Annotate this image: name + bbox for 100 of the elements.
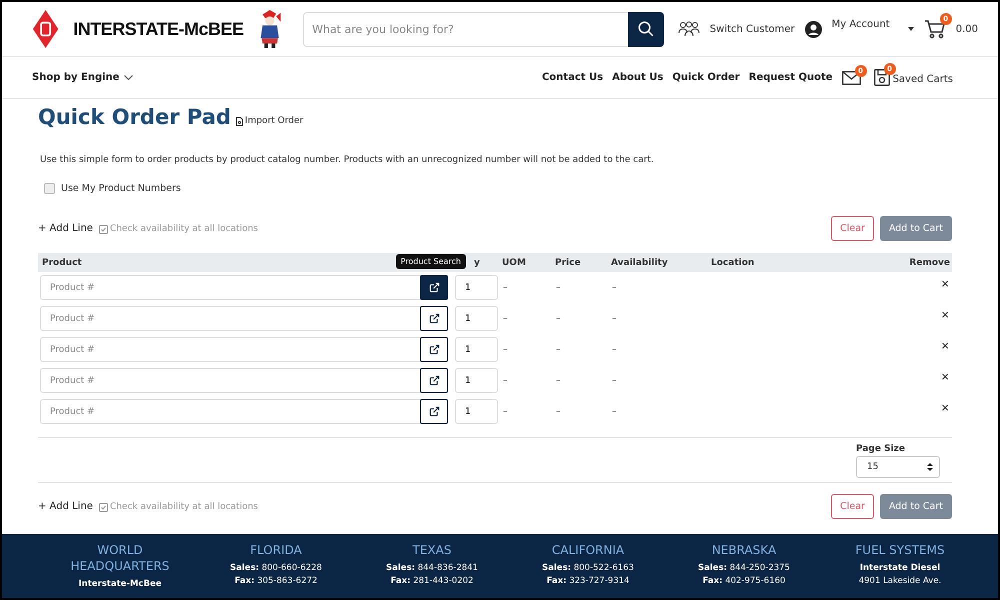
- shop-by-engine-menu[interactable]: Shop by Engine: [32, 72, 120, 83]
- footer-text: Fax: 281-443-0202: [390, 575, 474, 588]
- remove-button[interactable]: ×: [938, 276, 952, 291]
- table-cell-text: –: [502, 406, 508, 416]
- table-cell-text: –: [555, 344, 562, 354]
- table-cell-text: –: [555, 376, 562, 386]
- column-header: y: [474, 258, 480, 268]
- column-header: Availability: [611, 258, 668, 268]
- table-cell-text: –: [555, 282, 562, 292]
- footer-text: Sales: 844-250-2375: [698, 562, 790, 575]
- footer-heading: WORLD HEADQUARTERS: [70, 542, 170, 574]
- table-cell-text: –: [502, 314, 508, 324]
- clipboard-check-icon: [98, 224, 108, 234]
- table-cell-text: –: [611, 406, 618, 416]
- table-cell-text: –: [611, 376, 618, 386]
- switch-customer-link[interactable]: Switch Customer: [710, 24, 795, 34]
- table-cell-text: –: [555, 406, 562, 416]
- table-cell-text: –: [611, 344, 618, 354]
- footer-heading: NEBRASKA: [710, 542, 778, 558]
- my-account-link[interactable]: My Account: [832, 18, 890, 30]
- add-line-link[interactable]: + Add Line: [38, 223, 93, 234]
- footer-text: Fax: 323-727-9314: [546, 575, 630, 588]
- quantity-field[interactable]: 1: [455, 399, 498, 424]
- remove-button[interactable]: ×: [938, 307, 952, 322]
- sort-arrows-icon: [927, 463, 933, 471]
- footer-heading: TEXAS: [412, 542, 452, 558]
- tooltip: Product Search: [396, 254, 466, 269]
- table-cell-text: –: [555, 314, 562, 324]
- product-number-field[interactable]: Product #: [40, 337, 421, 362]
- checkbox-label: Use My Product Numbers: [61, 183, 181, 194]
- table-cell-text: –: [611, 314, 618, 324]
- footer-heading: FLORIDA: [249, 542, 303, 558]
- remove-button[interactable]: ×: [938, 338, 952, 353]
- remove-button[interactable]: ×: [938, 400, 952, 415]
- product-number-field[interactable]: Product #: [40, 275, 421, 300]
- quantity-field[interactable]: 1: [455, 306, 498, 331]
- nav-link[interactable]: Quick Order: [672, 72, 740, 83]
- external-link-icon: [428, 282, 440, 293]
- add-line-link[interactable]: + Add Line: [38, 501, 93, 512]
- footer-text: Interstate-McBee: [78, 578, 162, 591]
- users-icon: [678, 21, 700, 37]
- remove-button[interactable]: ×: [938, 369, 952, 384]
- page-size-label: Page Size: [856, 444, 906, 454]
- description-text: Use this simple form to order products by product catalog number. Products with an unrecognized number will not be added to the cart.: [40, 155, 655, 165]
- column-header: Location: [711, 258, 754, 268]
- external-link-icon: [428, 313, 440, 324]
- document-icon: [236, 116, 243, 126]
- footer-heading: FUEL SYSTEMS: [854, 542, 946, 558]
- column-header: UOM: [502, 258, 526, 268]
- footer-text: Sales: 800-660-6228: [230, 562, 322, 575]
- footer-text: Fax: 305-863-6272: [234, 575, 318, 588]
- external-link-icon: [428, 344, 440, 355]
- product-search-button[interactable]: [420, 368, 448, 393]
- user-avatar-icon: [804, 20, 822, 38]
- logo-diamond-icon: [32, 7, 60, 51]
- clear-button[interactable]: Clear: [831, 494, 874, 519]
- product-search-button[interactable]: [420, 275, 448, 300]
- column-header: Price: [555, 258, 581, 268]
- page-title: Quick Order Pad: [38, 105, 231, 129]
- add-to-cart-button[interactable]: Add to Cart: [880, 494, 952, 519]
- product-number-field[interactable]: Product #: [40, 399, 421, 424]
- add-to-cart-button[interactable]: Add to Cart: [880, 216, 952, 241]
- checkbox[interactable]: [44, 183, 55, 194]
- footer-text: Sales: 844-836-2841: [386, 562, 478, 575]
- table-cell-text: –: [502, 344, 508, 354]
- import-order-link[interactable]: Import Order: [236, 116, 304, 126]
- table-cell-text: –: [502, 282, 508, 292]
- quantity-field[interactable]: 1: [455, 337, 498, 362]
- product-search-button[interactable]: [420, 306, 448, 331]
- caret-icon[interactable]: [908, 27, 914, 31]
- chevron-down-icon: [124, 74, 134, 80]
- product-search-button[interactable]: [420, 399, 448, 424]
- search-icon: [636, 20, 655, 38]
- external-link-icon: [428, 375, 440, 386]
- nav-link[interactable]: Request Quote: [748, 72, 833, 83]
- quantity-field[interactable]: 1: [455, 275, 498, 300]
- footer-text: 4901 Lakeside Ave.: [858, 575, 942, 588]
- page-size-select[interactable]: 15: [856, 456, 940, 478]
- cart-total[interactable]: 0.00: [956, 24, 978, 34]
- product-number-field[interactable]: Product #: [40, 306, 421, 331]
- external-link-icon: [428, 406, 440, 417]
- saved-carts-link[interactable]: Saved Carts: [892, 74, 953, 85]
- footer-text: Sales: 800-522-6163: [542, 562, 634, 575]
- logo-text: INTERSTATE-McBEE: [73, 18, 244, 40]
- nav-link[interactable]: Contact Us: [542, 72, 604, 83]
- product-number-field[interactable]: Product #: [40, 368, 421, 393]
- product-search-button[interactable]: [420, 337, 448, 362]
- clear-button[interactable]: Clear: [831, 216, 874, 241]
- clipboard-check-icon: [98, 502, 108, 512]
- footer-heading: CALIFORNIA: [550, 542, 626, 558]
- footer-text: Fax: 402-975-6160: [702, 575, 786, 588]
- nav-link[interactable]: About Us: [612, 72, 664, 83]
- column-header: Remove: [909, 258, 950, 268]
- search-button[interactable]: [628, 12, 664, 46]
- quantity-field[interactable]: 1: [455, 368, 498, 393]
- footer-text: Interstate Diesel: [860, 562, 940, 575]
- column-header: Product: [42, 258, 82, 268]
- table-cell-text: –: [502, 376, 508, 386]
- table-cell-text: –: [611, 282, 618, 292]
- search-field[interactable]: What are you looking for?: [303, 12, 628, 46]
